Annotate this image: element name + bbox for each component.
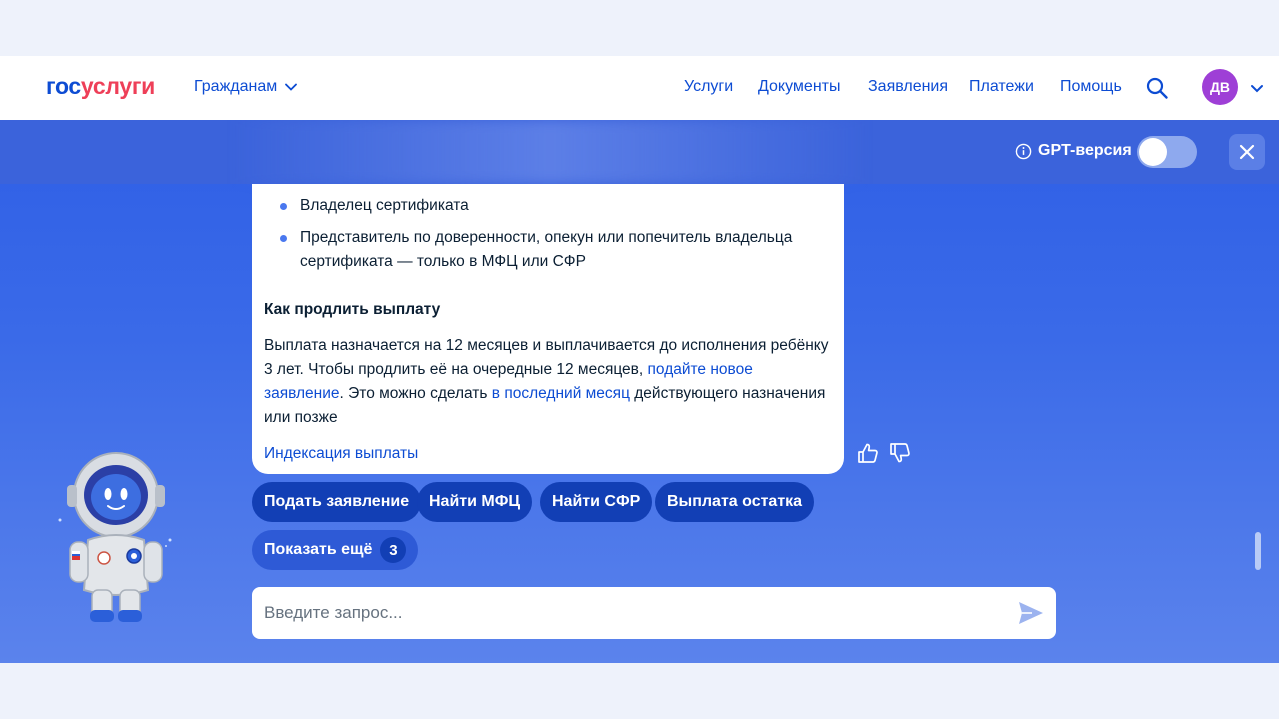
nav-applications[interactable]: Заявления xyxy=(868,78,948,96)
gosuslugi-logo[interactable]: госуслуги xyxy=(46,73,155,100)
thumbs-down-icon[interactable] xyxy=(889,442,911,464)
para-text-2: . Это можно сделать xyxy=(339,385,492,402)
chip-find-sfr[interactable]: Найти СФР xyxy=(540,482,653,522)
thumbs-up-icon[interactable] xyxy=(857,442,879,464)
last-month-link[interactable]: в последний месяц xyxy=(492,385,630,402)
bot-message: Владелец сертификата Представитель по до… xyxy=(252,184,844,474)
show-more-label: Показать ещё xyxy=(264,541,373,558)
nav-payments[interactable]: Платежи xyxy=(969,78,1034,96)
query-input[interactable] xyxy=(252,587,1002,639)
toggle-knob xyxy=(1139,138,1167,166)
gpt-version-label: GPT-версия xyxy=(1015,142,1132,160)
show-more-button[interactable]: Показать ещё 3 xyxy=(252,530,419,570)
list-item: Владелец сертификата xyxy=(264,194,834,218)
query-input-container xyxy=(252,587,1056,639)
chip-submit-application[interactable]: Подать заявление xyxy=(252,482,422,522)
send-icon[interactable] xyxy=(1018,601,1044,625)
close-icon xyxy=(1239,144,1255,160)
site-header: госуслуги Гражданам Услуги Документы Зая… xyxy=(0,56,1279,120)
close-chat-button[interactable] xyxy=(1229,134,1265,170)
message-paragraph: Выплата назначается на 12 месяцев и выпл… xyxy=(264,334,836,430)
bullet-text: Представитель по доверенности, опекун ил… xyxy=(300,229,793,270)
message-bullets: Владелец сертификата Представитель по до… xyxy=(264,194,834,282)
search-icon[interactable] xyxy=(1145,76,1169,100)
chip-find-mfc[interactable]: Найти МФЦ xyxy=(417,482,533,522)
logo-part-2: услуги xyxy=(80,73,155,99)
chip-balance-payment[interactable]: Выплата остатка xyxy=(655,482,815,522)
nav-documents[interactable]: Документы xyxy=(758,78,840,96)
avatar[interactable]: ДВ xyxy=(1202,69,1238,105)
chat-panel: GPT-версия Владелец сертификата Представ… xyxy=(0,120,1279,663)
show-more-count: 3 xyxy=(380,537,407,563)
list-item: Представитель по доверенности, опекун ил… xyxy=(264,226,834,274)
info-icon[interactable] xyxy=(1015,143,1032,160)
chat-scrollbar[interactable] xyxy=(1255,532,1261,570)
nav-help[interactable]: Помощь xyxy=(1060,78,1122,96)
bullet-dot xyxy=(280,235,287,242)
chat-topbar-fade xyxy=(230,120,870,184)
bullet-text: Владелец сертификата xyxy=(300,197,469,214)
chevron-down-icon xyxy=(285,83,298,91)
message-heading: Как продлить выплату xyxy=(264,301,441,318)
gpt-label-text: GPT-версия xyxy=(1038,142,1132,159)
indexation-link[interactable]: Индексация выплаты xyxy=(264,442,418,466)
chevron-down-icon[interactable] xyxy=(1250,81,1264,95)
gpt-version-toggle[interactable] xyxy=(1137,136,1197,168)
bullet-dot xyxy=(280,203,287,210)
logo-part-1: гос xyxy=(46,73,81,99)
audience-label: Гражданам xyxy=(194,78,278,95)
nav-services[interactable]: Услуги xyxy=(684,78,733,96)
audience-dropdown[interactable]: Гражданам xyxy=(194,78,298,96)
astronaut-mascot-image xyxy=(58,452,172,622)
